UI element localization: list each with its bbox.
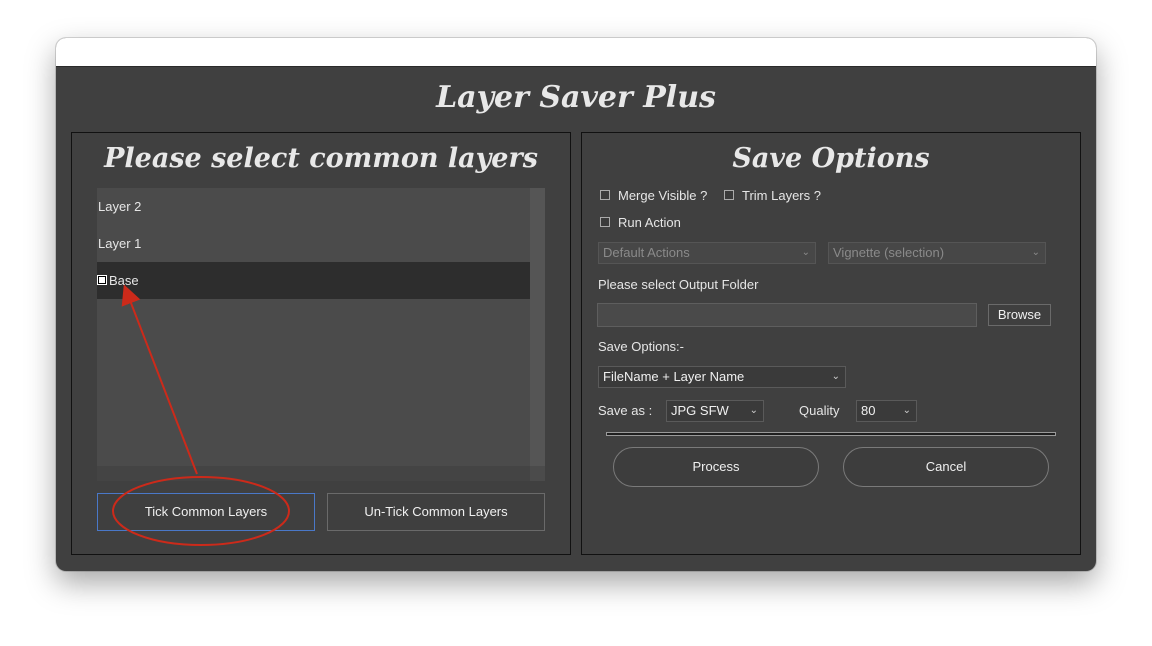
save-options-value: FileName + Layer Name (603, 369, 745, 384)
save-as-value: JPG SFW (671, 403, 729, 418)
layer-row-layer-2[interactable]: Layer 2 (97, 188, 530, 225)
quality-select[interactable]: 80 ⌄ (856, 400, 917, 422)
save-as-select[interactable]: JPG SFW ⌄ (666, 400, 764, 422)
merge-visible-label: Merge Visible ? (618, 188, 708, 203)
chevron-down-icon: ⌄ (1031, 247, 1040, 258)
chevron-down-icon: ⌄ (902, 405, 911, 416)
layer-list[interactable]: Layer 2 Layer 1 Base (97, 188, 545, 481)
save-options-select[interactable]: FileName + Layer Name ⌄ (598, 366, 846, 388)
chevron-down-icon: ⌄ (831, 371, 840, 382)
run-action-checkbox[interactable] (600, 217, 610, 227)
layer-label: Base (109, 273, 139, 288)
action-select[interactable]: Vignette (selection) ⌄ (828, 242, 1046, 264)
save-as-label: Save as : (598, 403, 653, 418)
action-value: Vignette (selection) (833, 245, 945, 260)
process-button[interactable]: Process (613, 447, 819, 487)
layer-row-base[interactable]: Base (97, 262, 530, 299)
untick-common-layers-button[interactable]: Un-Tick Common Layers (327, 493, 545, 531)
save-options-panel: Save Options Merge Visible ? Trim Layers… (581, 132, 1081, 555)
tick-common-layers-button[interactable]: Tick Common Layers (97, 493, 315, 531)
layer-row-layer-1[interactable]: Layer 1 (97, 225, 530, 262)
layer-checkbox[interactable] (98, 276, 106, 284)
browse-button[interactable]: Browse (988, 304, 1051, 326)
layer-label: Layer 1 (98, 236, 142, 251)
horizontal-scrollbar[interactable] (97, 466, 530, 481)
title-bar[interactable] (56, 38, 1096, 67)
run-action-label: Run Action (618, 215, 681, 230)
output-folder-label: Please select Output Folder (598, 277, 759, 292)
chevron-down-icon: ⌄ (801, 247, 810, 258)
cancel-button[interactable]: Cancel (843, 447, 1049, 487)
action-set-select[interactable]: Default Actions ⌄ (598, 242, 816, 264)
app-title: Layer Saver Plus (436, 80, 716, 115)
layers-panel: Please select common layers Layer 2 Laye… (71, 132, 571, 555)
progress-bar (606, 432, 1056, 436)
chevron-down-icon: ⌄ (749, 405, 758, 416)
quality-value: 80 (861, 403, 876, 418)
trim-layers-label: Trim Layers ? (742, 188, 821, 203)
action-set-value: Default Actions (603, 245, 690, 260)
save-options-title: Save Options (732, 143, 930, 174)
quality-label: Quality (799, 403, 840, 418)
layer-label: Layer 2 (98, 199, 142, 214)
save-options-label: Save Options:- (598, 339, 684, 354)
vertical-scrollbar[interactable] (530, 188, 545, 466)
merge-visible-checkbox[interactable] (600, 190, 610, 200)
layers-panel-title: Please select common layers (104, 143, 538, 174)
output-folder-input[interactable] (597, 303, 977, 327)
dialog-window: Layer Saver Plus Please select common la… (56, 38, 1096, 571)
trim-layers-checkbox[interactable] (724, 190, 734, 200)
